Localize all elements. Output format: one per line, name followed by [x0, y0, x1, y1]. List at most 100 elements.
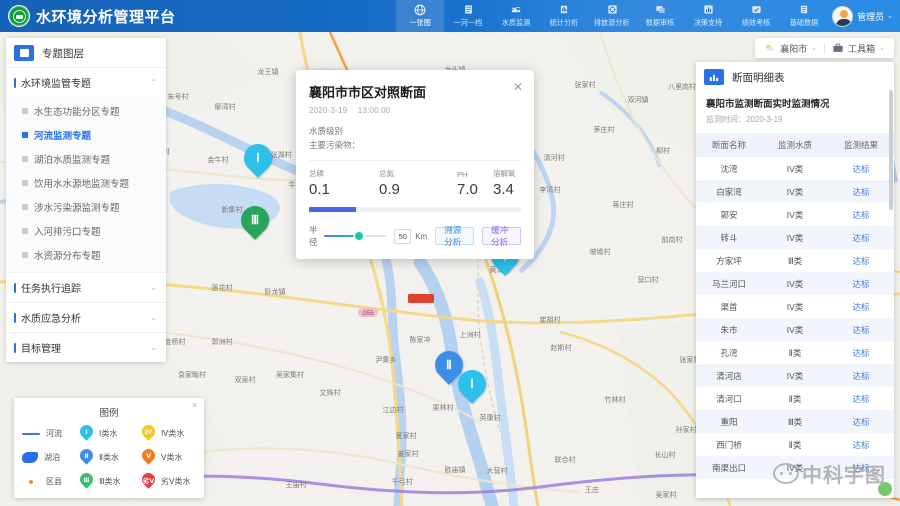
- nav-item-shujushenhe[interactable]: 数据审核: [636, 0, 684, 32]
- toolbox-label: 工具箱: [848, 43, 876, 54]
- table-row[interactable]: 南渠出口 IV类 达标: [696, 456, 894, 479]
- sidebar-group-header[interactable]: 目标管理 ⌄: [6, 333, 166, 362]
- sidebar-group-header[interactable]: 水质应急分析 ⌄: [6, 303, 166, 332]
- map-place-label: 姜家村: [398, 449, 419, 458]
- map-place-label: 八里岗村: [668, 82, 696, 91]
- map-station-pin[interactable]: Ⅰ: [452, 364, 492, 407]
- toolbox-selector[interactable]: 工具箱 ⌄: [825, 38, 892, 58]
- map-place-label: 江边村: [383, 405, 404, 414]
- cell-result[interactable]: 达标: [828, 226, 894, 249]
- close-icon[interactable]: ✕: [191, 402, 198, 410]
- sidebar-item[interactable]: 饮用水水源地监测专题: [6, 171, 166, 195]
- nav-item-yizhangtu[interactable]: 一张图: [396, 0, 445, 32]
- map-station-pin[interactable]: Ⅰ: [238, 138, 278, 181]
- map-station-pin[interactable]: Ⅲ: [235, 200, 275, 243]
- legend-pin-item: Ⅱ Ⅱ类水: [77, 446, 142, 466]
- nav-item-yiheyidang[interactable]: 一河一档: [444, 0, 492, 32]
- table-row[interactable]: 转斗 IV类 达标: [696, 226, 894, 249]
- county-dot-icon: [22, 479, 40, 484]
- sidebar-item[interactable]: 水资源分布专题: [6, 243, 166, 267]
- cell-result[interactable]: 达标: [828, 249, 894, 272]
- table-row[interactable]: 西门桥 Ⅱ类 达标: [696, 433, 894, 456]
- map-place-label: 英康村: [480, 413, 501, 422]
- nav-item-jixiaokaohe[interactable]: 绩效考核: [732, 0, 780, 32]
- vertical-scrollbar[interactable]: [889, 90, 893, 210]
- table-row[interactable]: 沈湾 IV类 达标: [696, 157, 894, 180]
- map-place-label: 栗林村: [433, 403, 454, 412]
- cell-section-name: 西门桥: [716, 439, 742, 450]
- table-row[interactable]: 渠首 IV类 达标: [696, 295, 894, 318]
- metric-label: 总磷: [309, 169, 324, 179]
- sidebar-item[interactable]: 湖泊水质监测专题: [6, 147, 166, 171]
- map-place-label: 文殊村: [320, 388, 341, 397]
- map-place-label: 崔胡村: [540, 315, 561, 324]
- nav-item-paifangyuanfenxi[interactable]: 排放源分析: [588, 0, 636, 32]
- slider-handle[interactable]: [355, 232, 364, 241]
- accent-bar: [14, 282, 16, 293]
- table-row[interactable]: 马兰河口 IV类 达标: [696, 272, 894, 295]
- chevron-down-icon[interactable]: ⌄: [150, 313, 157, 322]
- cell-result[interactable]: 达标: [828, 410, 894, 433]
- legend-pin-item: Ⅰ Ⅰ类水: [77, 422, 142, 442]
- map-pin-icon: Ⅲ: [77, 470, 96, 490]
- chevron-up-icon[interactable]: ⌃: [150, 78, 157, 87]
- close-icon[interactable]: ✕: [513, 81, 523, 93]
- sidebar-group-header[interactable]: 水环境监管专题 ⌃: [6, 68, 166, 97]
- cell-result[interactable]: 达标: [828, 272, 894, 295]
- city-selector[interactable]: 襄阳市 ⌄: [757, 38, 824, 58]
- user-menu[interactable]: 管理员 ⌄: [832, 5, 893, 27]
- chart-icon: [559, 4, 569, 15]
- sidebar-group-target-management: 目标管理 ⌄: [6, 332, 166, 362]
- buffer-analysis-button[interactable]: 缓冲分析: [482, 225, 522, 247]
- radius-input[interactable]: 50: [394, 228, 412, 244]
- cell-result[interactable]: 达标: [828, 318, 894, 341]
- table-row[interactable]: 清河店 IV类 达标: [696, 364, 894, 387]
- cell-result[interactable]: 达标: [828, 180, 894, 203]
- map-pin-icon: Ⅰ: [77, 422, 96, 442]
- cell-result[interactable]: 达标: [828, 433, 894, 456]
- table-row[interactable]: 方家坪 Ⅲ类 达标: [696, 249, 894, 272]
- sidebar-group-task-tracking: 任务执行追踪 ⌄: [6, 272, 166, 302]
- nav-item-jichushuju[interactable]: 基础数据: [780, 0, 828, 32]
- app-title: 水环境分析管理平台: [36, 8, 176, 26]
- column-header-name: 断面名称: [696, 133, 762, 157]
- user-name: 管理员: [857, 11, 885, 22]
- sidebar-item[interactable]: 涉水污染源监测专题: [6, 195, 166, 219]
- cell-result[interactable]: 达标: [828, 295, 894, 318]
- square-bullet-icon: [22, 156, 28, 162]
- table-row[interactable]: 白家湾 IV类 达标: [696, 180, 894, 203]
- cell-result[interactable]: 达标: [828, 364, 894, 387]
- cell-result[interactable]: 达标: [828, 456, 894, 479]
- table-row[interactable]: 郭安 IV类 达标: [696, 203, 894, 226]
- trace-source-analysis-button[interactable]: 溯源分析: [435, 225, 475, 247]
- cell-result[interactable]: 达标: [828, 203, 894, 226]
- cell-result[interactable]: 达标: [828, 341, 894, 364]
- nav-item-tongjifenxi[interactable]: 统计分析: [540, 0, 588, 32]
- legend-label: Ⅳ类水: [161, 429, 185, 438]
- map-place-label: 双泉村: [235, 375, 256, 384]
- chevron-down-icon[interactable]: ⌄: [150, 283, 157, 292]
- sidebar-item[interactable]: 河流监测专题: [6, 123, 166, 147]
- map-place-label: 上洲村: [460, 330, 481, 339]
- sidebar-item[interactable]: 入河排污口专题: [6, 219, 166, 243]
- nav-item-juecezhichi[interactable]: 决策支持: [684, 0, 732, 32]
- table-row[interactable]: 清河口 Ⅱ类 达标: [696, 387, 894, 410]
- cell-result[interactable]: 达标: [828, 387, 894, 410]
- metric-label: 溶解氧: [493, 169, 516, 179]
- cell-result[interactable]: 达标: [828, 157, 894, 180]
- sidebar-group-header[interactable]: 任务执行追踪 ⌄: [6, 273, 166, 302]
- table-row[interactable]: 孔湾 Ⅱ类 达标: [696, 341, 894, 364]
- sidebar-item[interactable]: 水生态功能分区专题: [6, 99, 166, 123]
- map-place-label: 廖湾村: [215, 102, 236, 111]
- table-row[interactable]: 朱市 IV类 达标: [696, 318, 894, 341]
- sidebar-item-label: 入河排污口专题: [34, 227, 101, 238]
- popup-time: 13:00:00: [357, 106, 391, 115]
- cell-section-name: 沈湾: [720, 163, 738, 174]
- table-row[interactable]: 重阳 Ⅲ类 达标: [696, 410, 894, 433]
- radius-unit: Km: [415, 231, 428, 241]
- lake-polygon-icon: [22, 452, 38, 463]
- sidebar-group-label: 水质应急分析: [21, 314, 81, 325]
- radius-slider[interactable]: [324, 230, 387, 242]
- nav-item-shuizhijiance[interactable]: 水质监测: [492, 0, 540, 32]
- chevron-down-icon[interactable]: ⌄: [150, 343, 157, 352]
